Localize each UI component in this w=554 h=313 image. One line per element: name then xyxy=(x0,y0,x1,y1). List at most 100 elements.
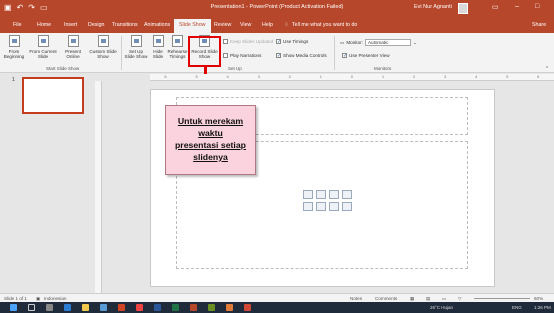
title-bar: ▣ ↶ ↷ ▭ Presentation1 - PowerPoint (Prod… xyxy=(0,0,554,17)
language-status[interactable]: Indonesian xyxy=(44,296,66,301)
video-icon[interactable] xyxy=(329,202,339,211)
from-current-slide-label: From Current Slide xyxy=(29,49,57,59)
play-narrations-label: Play Narrations xyxy=(230,53,262,58)
zoom-level[interactable]: 60% xyxy=(534,296,543,301)
hide-slide-button[interactable]: Hide Slide xyxy=(150,35,166,59)
tab-insert[interactable]: Insert xyxy=(64,22,77,28)
office-icon[interactable] xyxy=(118,304,125,311)
ribbon-display-icon[interactable]: ▭ xyxy=(492,3,499,11)
monitor-dropdown[interactable]: Automatic xyxy=(364,39,411,46)
edge-icon[interactable] xyxy=(64,304,71,311)
lightbulb-icon: ♢ xyxy=(284,22,289,28)
window-title: Presentation1 - PowerPoint (Product Acti… xyxy=(210,4,344,10)
task-view-icon[interactable] xyxy=(46,304,53,311)
notes-button[interactable]: Notes xyxy=(350,296,362,301)
custom-slide-show-label: Custom Slide Show xyxy=(89,49,117,59)
set-up-slide-show-label: Set Up Slide Show xyxy=(124,49,148,59)
show-media-controls-checkbox[interactable]: Show Media Controls xyxy=(276,53,327,58)
monitor-select[interactable]: ▭ Monitor: Automatic ⌄ xyxy=(340,39,417,46)
use-timings-label: Use Timings xyxy=(283,39,309,44)
tab-transitions[interactable]: Transitions xyxy=(112,22,138,28)
start-slide-show-group-label: Start Slide Show xyxy=(46,66,80,71)
present-online-button[interactable]: Present Online xyxy=(60,35,86,59)
set-up-group-label: Set Up xyxy=(228,66,242,71)
rehearse-timings-icon xyxy=(172,35,183,47)
annotation-callout: Untuk merekam waktu presentasi setiap sl… xyxy=(165,105,256,175)
search-icon[interactable] xyxy=(28,304,35,311)
slideshow-current-icon xyxy=(37,35,49,47)
weather-status[interactable]: 26°C Hujan xyxy=(430,305,453,310)
chart-icon[interactable] xyxy=(316,190,326,199)
custom-slide-show-button[interactable]: Custom Slide Show xyxy=(88,35,118,59)
stock-image-icon[interactable] xyxy=(316,202,326,211)
set-up-slide-show-button[interactable]: Set Up Slide Show xyxy=(124,35,148,59)
from-beginning-button[interactable]: From Beginning xyxy=(2,35,26,59)
use-timings-checkbox[interactable]: Use Timings xyxy=(276,39,308,44)
callout-line-2: presentasi setiap xyxy=(175,140,246,150)
chrome-icon[interactable] xyxy=(136,304,143,311)
share-button[interactable]: Share xyxy=(532,22,546,28)
app-icon[interactable] xyxy=(226,304,233,311)
store-icon[interactable] xyxy=(100,304,107,311)
app-icon[interactable] xyxy=(208,304,215,311)
monitors-group-label: Monitors xyxy=(374,66,392,71)
checkbox xyxy=(223,53,228,58)
table-icon[interactable] xyxy=(303,190,313,199)
comments-button[interactable]: Comments xyxy=(375,296,397,301)
checkbox xyxy=(223,39,228,44)
input-language[interactable]: ENG xyxy=(512,305,522,310)
app-icon[interactable] xyxy=(244,304,251,311)
keep-slides-updated-label: Keep Slides Updated xyxy=(230,39,274,44)
status-bar: Slide 1 of 1 ▣ Indonesian Notes Comments… xyxy=(0,293,554,302)
powerpoint-icon[interactable] xyxy=(190,304,197,311)
tab-file[interactable]: File xyxy=(13,22,22,28)
group-divider xyxy=(334,36,335,70)
tab-help[interactable]: Help xyxy=(262,22,273,28)
callout-line-1: Untuk merekam waktu xyxy=(177,116,244,138)
file-explorer-icon[interactable] xyxy=(82,304,89,311)
checkbox xyxy=(276,53,281,58)
3d-model-icon[interactable] xyxy=(342,190,352,199)
play-narrations-checkbox[interactable]: Play Narrations xyxy=(223,53,261,58)
avatar[interactable] xyxy=(458,3,468,14)
excel-icon[interactable] xyxy=(172,304,179,311)
ribbon-tabs: File Home Insert Design Transitions Anim… xyxy=(0,17,554,33)
insert-content-icons xyxy=(303,190,352,211)
zoom-slider[interactable] xyxy=(474,298,530,299)
show-media-controls-label: Show Media Controls xyxy=(283,53,327,58)
maximize-icon[interactable]: □ xyxy=(535,3,539,10)
slideshow-icon xyxy=(8,35,20,47)
use-presenter-view-checkbox[interactable]: Use Presenter View xyxy=(342,53,390,58)
icons-icon[interactable] xyxy=(342,202,352,211)
word-icon[interactable] xyxy=(154,304,161,311)
tab-home[interactable]: Home xyxy=(37,22,51,28)
minimize-icon[interactable]: – xyxy=(515,3,519,10)
keep-slides-updated-checkbox[interactable]: Keep Slides Updated xyxy=(223,39,273,44)
tab-view[interactable]: View xyxy=(240,22,251,28)
tab-animations[interactable]: Animations xyxy=(144,22,170,28)
picture-icon[interactable] xyxy=(303,202,313,211)
monitor-label: Monitor: xyxy=(346,40,363,45)
windows-start-icon[interactable] xyxy=(10,304,17,311)
slide-count: Slide 1 of 1 xyxy=(4,296,27,301)
record-highlight-box xyxy=(188,36,221,67)
ribbon: From Beginning From Current Slide Presen… xyxy=(0,33,554,73)
checkbox xyxy=(342,53,347,58)
clock[interactable]: 1:26 PM xyxy=(534,305,551,310)
collapse-ribbon-icon[interactable]: ⌃ xyxy=(545,66,549,72)
tell-me-search[interactable]: Tell me what you want to do xyxy=(292,22,357,28)
user-name[interactable]: Evi Nur Agnanti xyxy=(414,4,452,10)
slide-number: 1 xyxy=(12,77,15,83)
slide-thumbnail[interactable] xyxy=(22,77,84,114)
callout-line-3: slidenya xyxy=(193,152,228,162)
present-online-icon xyxy=(67,35,79,47)
rehearse-timings-button[interactable]: Rehearse Timings xyxy=(167,35,188,59)
group-divider xyxy=(121,36,122,70)
from-current-slide-button[interactable]: From Current Slide xyxy=(29,35,57,59)
setup-icon xyxy=(130,35,142,47)
smartart-icon[interactable] xyxy=(329,190,339,199)
tab-review[interactable]: Review xyxy=(214,22,231,28)
tab-slide-show[interactable]: Slide Show xyxy=(174,19,211,33)
windows-taskbar: 26°C Hujan ENG 1:26 PM xyxy=(0,302,554,313)
tab-design[interactable]: Design xyxy=(88,22,105,28)
